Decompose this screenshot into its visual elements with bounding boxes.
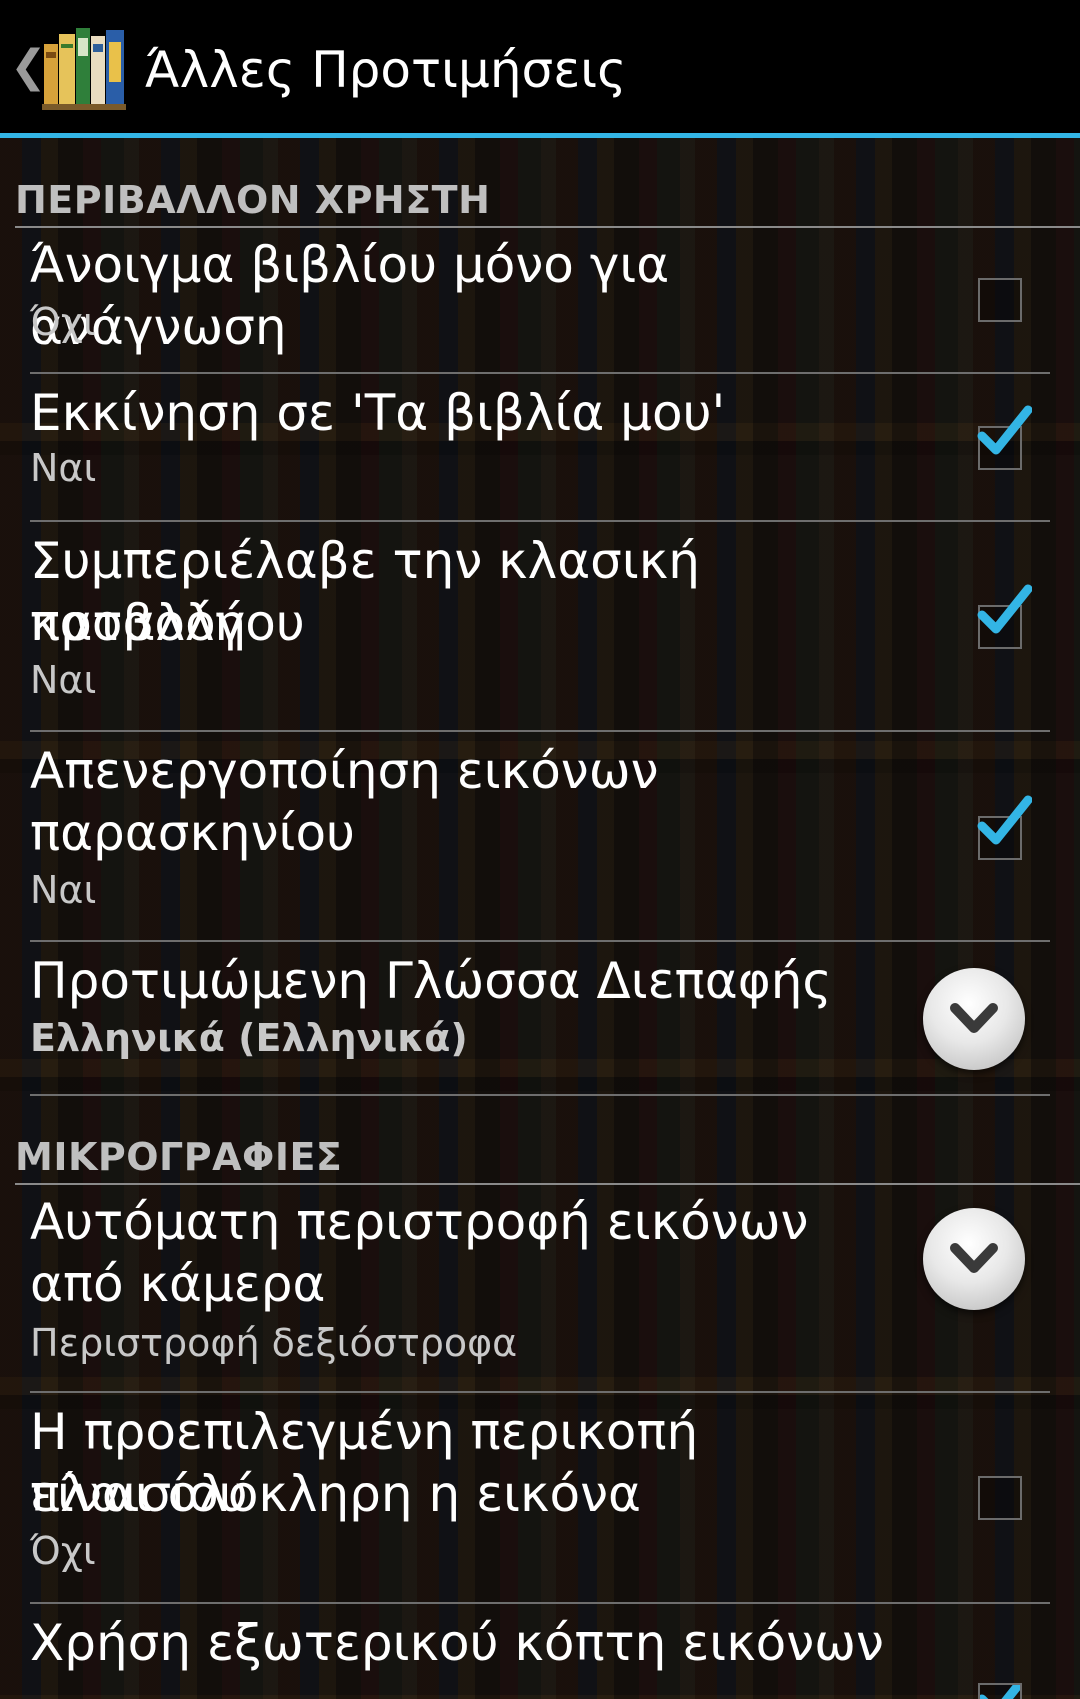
divider bbox=[30, 940, 1050, 942]
dropdown-button-interface-language[interactable] bbox=[923, 968, 1025, 1070]
checkbox-include-classic-catalog-view[interactable] bbox=[977, 584, 1032, 649]
checkbox-use-external-image-cropper[interactable] bbox=[978, 1683, 1022, 1699]
pref-summary: Όχι bbox=[30, 300, 96, 344]
pref-title-line1: Αυτόματη περιστροφή εικόνων bbox=[30, 1193, 809, 1251]
pref-summary: Ναι bbox=[30, 868, 97, 912]
pref-title-line1: Απενεργοποίηση εικόνων bbox=[30, 742, 659, 800]
pref-title-line2: παρασκηνίου bbox=[30, 804, 355, 862]
back-chevron-icon[interactable]: ❮ bbox=[10, 42, 47, 92]
dropdown-button-auto-rotate[interactable] bbox=[923, 1208, 1025, 1310]
checkbox-start-in-my-books[interactable] bbox=[977, 405, 1032, 470]
action-bar: ❮ Άλλες Προτιμήσεις bbox=[0, 0, 1080, 138]
checkmark-icon bbox=[977, 584, 1032, 634]
checkbox-open-book-read-only[interactable] bbox=[978, 278, 1022, 322]
section-header-thumbnails: ΜΙΚΡΟΓΡΑΦΙΕΣ bbox=[15, 1135, 343, 1179]
pref-summary: Περιστροφή δεξιόστροφα bbox=[30, 1321, 518, 1365]
pref-title-line2: από κάμερα bbox=[30, 1255, 326, 1313]
checkmark-icon bbox=[977, 405, 1032, 455]
section-divider bbox=[15, 1183, 1080, 1185]
chevron-down-icon bbox=[950, 1003, 998, 1033]
pref-title-line2: είναι ολόκληρη η εικόνα bbox=[30, 1465, 641, 1523]
pref-start-in-my-books[interactable]: Εκκίνηση σε 'Τα βιβλία μου' Ναι bbox=[30, 376, 1050, 526]
pref-preferred-interface-language[interactable]: Προτιμώμενη Γλώσσα Διεπαφής Ελληνικά (Ελ… bbox=[30, 944, 1050, 1094]
section-header-user-environment: ΠΕΡΙΒΑΛΛΟΝ ΧΡΗΣΤΗ bbox=[15, 178, 491, 222]
pref-title: Προτιμώμενη Γλώσσα Διεπαφής bbox=[30, 952, 832, 1010]
divider bbox=[30, 1602, 1050, 1604]
section-divider bbox=[15, 226, 1080, 228]
pref-summary: Ναι bbox=[30, 658, 97, 702]
pref-summary: Όχι bbox=[30, 1529, 96, 1573]
checkbox-default-crop-whole-image[interactable] bbox=[978, 1476, 1022, 1520]
pref-summary: Ναι bbox=[30, 446, 97, 490]
pref-use-external-image-cropper[interactable]: Χρήση εξωτερικού κόπτη εικόνων bbox=[30, 1606, 1050, 1699]
pref-auto-rotate-camera-images[interactable]: Αυτόματη περιστροφή εικόνων από κάμερα Π… bbox=[30, 1187, 1050, 1393]
divider bbox=[30, 372, 1050, 374]
divider bbox=[30, 1391, 1050, 1393]
pref-title: Χρήση εξωτερικού κόπτη εικόνων bbox=[30, 1614, 884, 1672]
pref-summary: Ελληνικά (Ελληνικά) bbox=[30, 1016, 468, 1060]
divider bbox=[30, 520, 1050, 522]
pref-open-book-read-only[interactable]: Άνοιγμα βιβλίου μόνο για ανάγνωση Όχι bbox=[30, 230, 1050, 380]
checkmark-icon bbox=[980, 1685, 1020, 1699]
divider bbox=[30, 1094, 1050, 1096]
pref-title: Εκκίνηση σε 'Τα βιβλία μου' bbox=[30, 384, 726, 442]
bookshelf-app-icon[interactable] bbox=[42, 24, 126, 110]
pref-include-classic-catalog-view[interactable]: Συμπεριέλαβε την κλασική προβολή καταλόγ… bbox=[30, 524, 1050, 730]
pref-default-crop-whole-image[interactable]: Η προεπιλεγμένη περικοπή πλαισίου είναι … bbox=[30, 1395, 1050, 1601]
checkmark-icon bbox=[977, 795, 1032, 845]
pref-title-line2: καταλόγου bbox=[30, 594, 305, 652]
page-title: Άλλες Προτιμήσεις bbox=[145, 41, 627, 99]
divider bbox=[30, 730, 1050, 732]
chevron-down-icon bbox=[950, 1243, 998, 1273]
checkbox-disable-background-images[interactable] bbox=[977, 795, 1032, 860]
pref-disable-background-images[interactable]: Απενεργοποίηση εικόνων παρασκηνίου Ναι bbox=[30, 734, 1050, 940]
